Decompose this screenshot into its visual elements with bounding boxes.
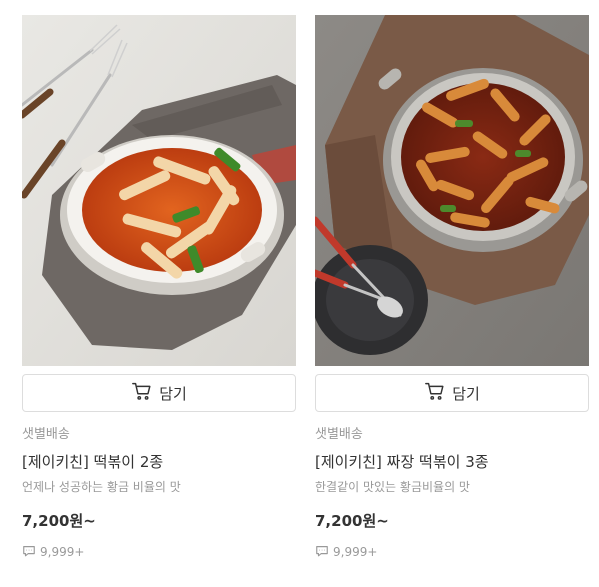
delivery-type: 샛별배송 xyxy=(315,427,363,442)
add-to-cart-label: 담기 xyxy=(452,384,480,403)
add-to-cart-button[interactable]: 담기 xyxy=(315,374,589,412)
add-to-cart-label: 담기 xyxy=(159,384,187,403)
cart-icon xyxy=(131,380,153,406)
review-count: 9,999+ xyxy=(22,544,296,560)
speech-bubble-icon xyxy=(315,544,329,561)
jjajang-tteokbokki-pan-image xyxy=(315,15,589,366)
product-price: 7,200원~ xyxy=(22,512,96,530)
product-price: 7,200원~ xyxy=(315,512,389,530)
product-card[interactable]: 담기 샛별배송 [제이키친] 떡볶이 2종 언제나 성공하는 황금 비율의 맛 … xyxy=(22,15,296,560)
review-count-value: 9,999+ xyxy=(333,545,378,559)
product-card[interactable]: 담기 샛별배송 [제이키친] 짜장 떡볶이 3종 한결같이 맛있는 황금비율의 … xyxy=(315,15,589,560)
product-description: 언제나 성공하는 황금 비율의 맛 xyxy=(22,480,181,494)
product-grid: 담기 샛별배송 [제이키친] 떡볶이 2종 언제나 성공하는 황금 비율의 맛 … xyxy=(0,0,599,587)
product-image[interactable] xyxy=(315,15,589,366)
cart-icon xyxy=(424,380,446,406)
product-name[interactable]: [제이키친] 짜장 떡볶이 3종 xyxy=(315,451,589,473)
delivery-type: 샛별배송 xyxy=(22,427,70,442)
product-name[interactable]: [제이키친] 떡볶이 2종 xyxy=(22,451,296,473)
tteokbokki-white-pot-image xyxy=(22,15,296,366)
review-count: 9,999+ xyxy=(315,544,589,560)
product-image[interactable] xyxy=(22,15,296,366)
review-count-value: 9,999+ xyxy=(40,545,85,559)
speech-bubble-icon xyxy=(22,544,36,561)
add-to-cart-button[interactable]: 담기 xyxy=(22,374,296,412)
product-description: 한결같이 맛있는 황금비율의 맛 xyxy=(315,480,470,494)
